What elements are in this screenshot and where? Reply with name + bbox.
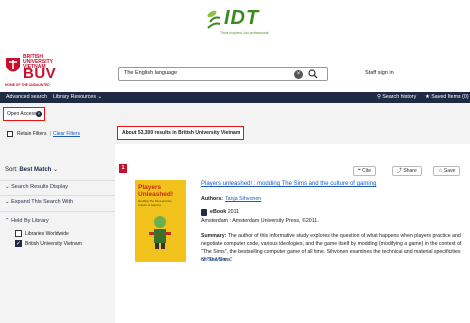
search-results-display-toggle[interactable]: ⌄ Search Results Display — [5, 184, 68, 190]
buv-logo[interactable]: BRITISH UNIVERSITY VIETNAM BUV HOME OF T… — [5, 53, 65, 89]
sort-value: Best Match — [19, 167, 52, 173]
cite-label: Cite — [362, 168, 371, 174]
filter-separator: | — [50, 131, 52, 137]
cover-subtitle: Modding The Sims and the Culture of Gami… — [138, 199, 172, 207]
results-count: About 53,300 results in British Universi… — [122, 130, 241, 136]
facet-sidebar: Sort: Best Match ⌄ ⌄ Search Results Disp… — [0, 144, 115, 323]
expand-search-label: Expand This Search With — [11, 199, 74, 205]
buv-crest-icon — [6, 58, 20, 72]
expand-search-toggle[interactable]: ⌄ Expand This Search With — [5, 199, 73, 205]
publisher-info: Amsterdam : Amsterdam University Press, … — [201, 218, 319, 224]
clear-search-icon[interactable]: × — [294, 70, 303, 79]
publication-year: 2011 — [227, 209, 240, 215]
search-input[interactable]: The English language × — [118, 67, 328, 81]
chevron-down-icon: ⌄ — [228, 257, 234, 263]
result-index-badge: 1 — [119, 164, 127, 173]
site-header: BRITISH UNIVERSITY VIETNAM BUV HOME OF T… — [0, 48, 470, 92]
show-more-link[interactable]: Show More ⌄ — [201, 257, 233, 263]
buv-logo-text: BUV — [23, 65, 57, 82]
summary-label: Summary: — [201, 233, 227, 239]
sort-control[interactable]: Sort: Best Match ⌄ — [5, 166, 58, 173]
result-title-link[interactable]: Players unleashed! : modding The Sims an… — [201, 181, 376, 187]
book-cover-image[interactable]: Players Unleashed! Modding The Sims and … — [135, 180, 186, 262]
open-access-chip[interactable]: Open Access × — [3, 107, 45, 121]
search-icon[interactable] — [308, 69, 318, 79]
show-more-label: Show More — [201, 257, 228, 263]
filter-row: Retain Filters | Clear Filters About 53,… — [0, 124, 470, 144]
author-link[interactable]: Tanja Sihvonen — [225, 196, 261, 202]
summary-text: The author of this informative study exp… — [201, 233, 462, 263]
ebook-icon — [201, 209, 207, 216]
divider — [0, 211, 115, 212]
nav-search-history[interactable]: ⚲ Search history — [377, 94, 416, 100]
nav-advanced-search[interactable]: Advanced search — [6, 94, 47, 100]
format-and-year: eBook 2011 — [210, 209, 239, 215]
sort-label: Sort: — [5, 167, 18, 173]
authors-label: Authors: — [201, 196, 224, 202]
remove-chip-icon[interactable]: × — [36, 111, 42, 117]
nav-saved-items-label: Saved Items (0) — [431, 94, 469, 100]
retain-filters-label: Retain Filters — [17, 131, 47, 137]
save-label: Save — [443, 168, 456, 174]
cover-figure-illustration — [149, 216, 171, 249]
staff-signin-link[interactable]: Staff sign in — [365, 70, 394, 76]
cite-button[interactable]: ❝ Cite — [353, 166, 376, 176]
search-input-value: The English language — [124, 70, 178, 76]
idt-leaf-icon — [207, 10, 221, 29]
divider — [0, 195, 115, 196]
idt-logo-text: IDT — [224, 7, 260, 29]
format-label: eBook — [210, 209, 227, 215]
buv-logo-tagline: HOME OF THE UNDAUNTED — [5, 83, 50, 87]
libraries-worldwide-label: Libraries Worldwide — [25, 231, 69, 237]
idt-tagline: Think inspired. Act professional — [220, 31, 269, 35]
buv-library-label: British University Vietnam — [25, 241, 82, 247]
nav-library-resources[interactable]: Library Resources ⌄ — [53, 94, 102, 100]
open-access-label: Open Access — [7, 111, 37, 117]
idt-banner: IDT Think inspired. Act professional — [0, 0, 470, 48]
divider — [0, 180, 115, 181]
nav-library-resources-label: Library Resources — [53, 94, 96, 100]
share-button[interactable]: ⤴ Share — [392, 166, 422, 176]
summary: Summary: The author of this informative … — [201, 232, 463, 264]
main-nav: Advanced search Library Resources ⌄ ⚲ Se… — [0, 92, 470, 103]
idt-logo: IDT Think inspired. Act professional — [206, 6, 269, 40]
chevron-down-icon: ⌄ — [53, 167, 59, 173]
clear-filters-link[interactable]: Clear Filters — [53, 131, 80, 137]
cover-title: Players Unleashed! — [138, 184, 174, 198]
share-label: Share — [403, 168, 417, 174]
libraries-worldwide-checkbox[interactable] — [15, 230, 22, 237]
nav-search-history-label: Search history — [382, 94, 417, 100]
chevron-down-icon: ⌄ — [97, 94, 102, 100]
retain-filters-checkbox[interactable] — [7, 131, 13, 137]
search-results-display-label: Search Results Display — [11, 184, 68, 190]
nav-saved-items[interactable]: ★ Saved Items (0) — [425, 94, 469, 100]
buv-library-checkbox[interactable]: ✓ — [15, 240, 22, 247]
held-by-library-toggle[interactable]: ⌃ Held By Library — [5, 218, 49, 224]
results-count-box: About 53,300 results in British Universi… — [117, 126, 244, 140]
facet-chip-row: Open Access × — [0, 103, 470, 124]
save-button[interactable]: ☆ Save — [433, 166, 461, 176]
held-by-library-label: Held By Library — [11, 218, 49, 224]
results-list: 1 ❝ Cite ⤴ Share ☆ Save Players Unleashe… — [115, 144, 470, 323]
